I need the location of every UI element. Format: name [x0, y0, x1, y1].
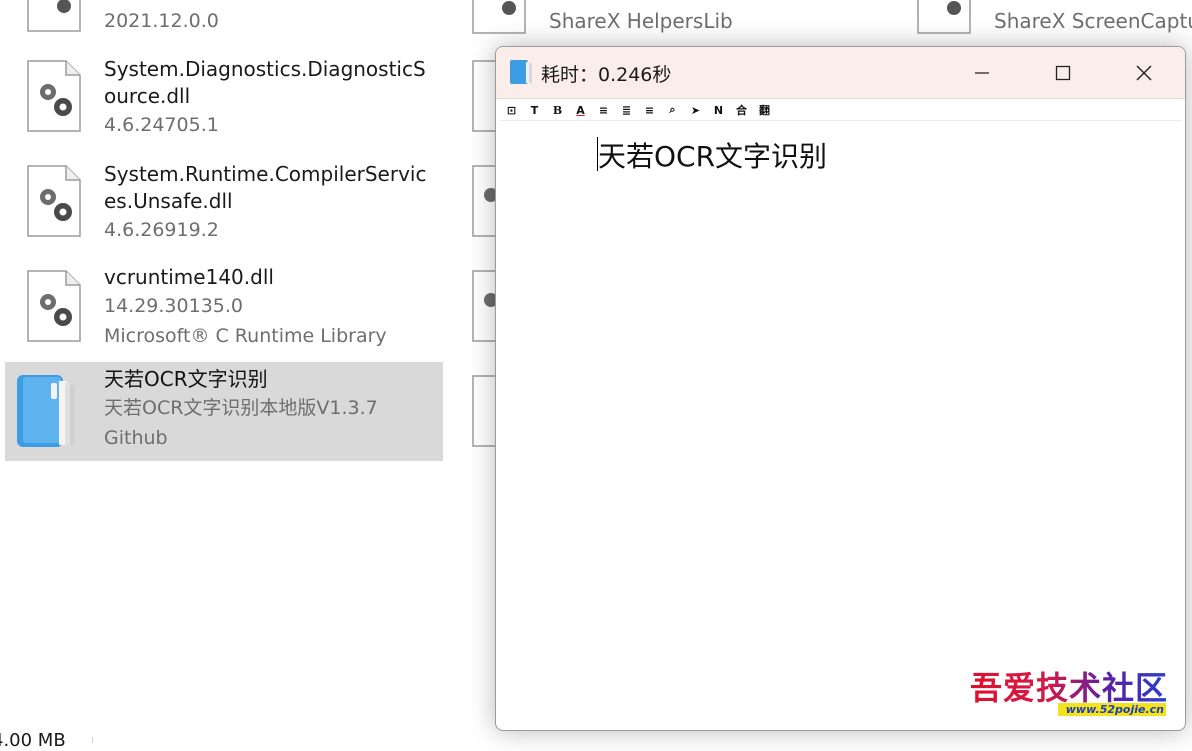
dll-file-icon	[26, 270, 82, 342]
close-button[interactable]	[1104, 47, 1184, 98]
file-version: 14.29.30135.0	[104, 295, 244, 317]
align-left-icon[interactable]: ≡	[592, 101, 615, 119]
dll-file-icon	[916, 0, 972, 34]
file-description: 天若OCR文字识别本地版V1.3.7	[104, 397, 378, 419]
file-name-line: vcruntime140.dll	[104, 265, 274, 289]
list-item[interactable]: vcruntime140.dll 14.29.30135.0 Microsoft…	[0, 264, 440, 362]
status-size: 4.00 MB	[0, 730, 66, 751]
file-version: 4.6.26919.2	[104, 219, 219, 241]
file-name[interactable]: ShareX ScreenCaptu	[994, 6, 1192, 36]
format-toolbar: ⊡ T B A ≡ ≣ ≡ ⌕ ➤ N 合 翻	[500, 100, 1182, 121]
maximize-button[interactable]	[1023, 47, 1103, 98]
dll-file-icon	[471, 0, 527, 34]
file-company: Github	[104, 427, 168, 449]
file-version: 4.6.24705.1	[104, 114, 219, 136]
list-item[interactable]: System.Runtime.CompilerServic es.Unsafe.…	[0, 161, 440, 259]
title-bar[interactable]: 耗时：0.246秒	[496, 47, 1185, 99]
merge-icon[interactable]: 合	[730, 101, 753, 119]
file-name-line: System.Runtime.CompilerServic	[104, 162, 427, 186]
status-divider	[92, 737, 93, 743]
dll-file-icon	[26, 0, 82, 32]
bold-icon[interactable]: B	[546, 101, 569, 119]
minimize-icon	[975, 71, 989, 74]
dll-file-icon	[26, 165, 82, 237]
watermark-url: www.52pojie.cn	[1065, 703, 1164, 716]
file-name: 天若OCR文字识别	[104, 367, 268, 391]
n-icon[interactable]: N	[707, 101, 730, 119]
list-item[interactable]: System.Diagnostics.DiagnosticS ource.dll…	[0, 56, 440, 154]
file-name-line: System.Diagnostics.DiagnosticS	[104, 57, 426, 81]
selected-list-item[interactable]: 天若OCR文字识别 天若OCR文字识别本地版V1.3.7 Github	[5, 362, 443, 461]
dll-file-icon	[26, 60, 82, 132]
window-title: 耗时：0.246秒	[541, 64, 672, 86]
ocr-app-icon	[15, 373, 77, 449]
align-right-icon[interactable]: ≡	[638, 101, 661, 119]
translate-icon[interactable]: 翻	[753, 101, 776, 119]
font-color-icon[interactable]: A	[569, 101, 592, 119]
text-icon[interactable]: T	[523, 101, 546, 119]
ocr-window[interactable]: 耗时：0.246秒 ⊡ T B A ≡ ≣ ≡ ⌕ ➤ N 合 翻 天若OCR文…	[495, 46, 1186, 731]
ocr-result-text[interactable]: 天若OCR文字识别	[598, 135, 827, 175]
file-version: 2021.12.0.0	[104, 10, 219, 32]
ocr-app-icon	[509, 59, 533, 85]
box-icon[interactable]: ⊡	[500, 101, 523, 119]
minimize-button[interactable]	[942, 47, 1022, 98]
file-name-line: ource.dll	[104, 84, 191, 108]
maximize-icon	[1055, 65, 1071, 80]
file-description: Microsoft® C Runtime Library	[104, 325, 387, 347]
send-icon[interactable]: ➤	[684, 101, 707, 119]
close-icon	[1136, 65, 1152, 80]
list-item[interactable]: 2021.12.0.0	[0, 0, 440, 58]
align-center-icon[interactable]: ≣	[615, 101, 638, 119]
file-name[interactable]: ShareX HelpersLib	[549, 6, 733, 36]
watermark-logo: 吾爱技术社区 www.52pojie.cn	[936, 663, 1176, 723]
file-name-line: es.Unsafe.dll	[104, 189, 233, 213]
ocr-text-editor[interactable]: 天若OCR文字识别 吾爱技术社区 www.52pojie.cn	[496, 123, 1185, 730]
search-icon[interactable]: ⌕	[661, 101, 684, 119]
